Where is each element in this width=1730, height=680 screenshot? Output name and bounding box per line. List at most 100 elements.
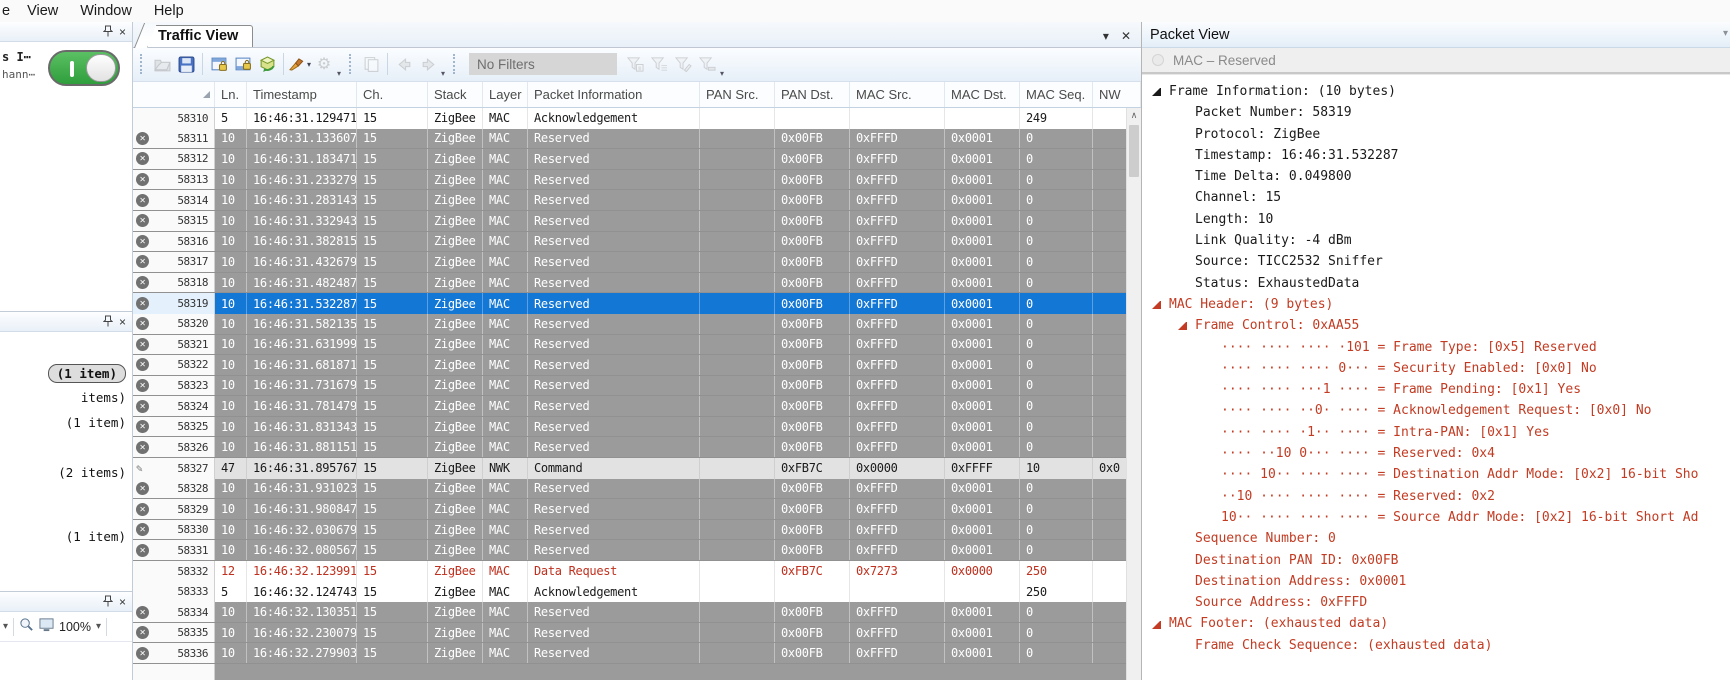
toolbar-grip[interactable]: [349, 54, 354, 74]
toolbar-overflow-icon[interactable]: ▾: [337, 69, 341, 78]
table-row[interactable]: 583321216:46:32.12399115ZigBeeMACData Re…: [133, 561, 1141, 582]
table-row[interactable]: ✕583361016:46:32.27990315ZigBeeMACReserv…: [133, 643, 1141, 664]
column-header-stack[interactable]: Stack: [428, 82, 483, 107]
toolbar-grip[interactable]: [140, 54, 145, 74]
tree-line[interactable]: ···· ··10 0··· ···· = Reserved: 0x4: [1142, 443, 1730, 464]
table-row[interactable]: ✕583191016:46:31.53228715ZigBeeMACReserv…: [133, 293, 1141, 314]
toolbar-grip[interactable]: [453, 54, 458, 74]
table-row[interactable]: ✕583351016:46:32.23007915ZigBeeMACReserv…: [133, 623, 1141, 644]
tree-line[interactable]: Length: 10: [1142, 209, 1730, 230]
panel-menu-icon[interactable]: ▾: [1723, 28, 1728, 39]
table-row[interactable]: ✕583221016:46:31.68187115ZigBeeMACReserv…: [133, 355, 1141, 376]
capture-panel-icon[interactable]: [231, 52, 255, 76]
tree-line[interactable]: Source Address: 0xFFFD: [1142, 592, 1730, 613]
tree-line[interactable]: ···· ···· ···1 ···· = Frame Pending: [0x…: [1142, 379, 1730, 400]
tree-line[interactable]: MAC Footer: (exhausted data): [1142, 613, 1730, 634]
table-row[interactable]: ✕583181016:46:31.48248715ZigBeeMACReserv…: [133, 273, 1141, 294]
menu-item-help[interactable]: Help: [143, 3, 195, 19]
table-row[interactable]: ✕583161016:46:31.38281515ZigBeeMACReserv…: [133, 232, 1141, 253]
tree-line[interactable]: Link Quality: -4 dBm: [1142, 230, 1730, 251]
close-icon[interactable]: ×: [119, 316, 126, 328]
column-header-timestamp[interactable]: Timestamp: [247, 82, 357, 107]
device-panel-icon[interactable]: [207, 52, 231, 76]
tree-item-fragment[interactable]: (1 item): [48, 364, 126, 383]
table-row[interactable]: ✕583171016:46:31.43267915ZigBeeMACReserv…: [133, 252, 1141, 273]
chevron-down-icon[interactable]: ▾: [3, 621, 8, 632]
tree-line[interactable]: MAC Header: (9 bytes): [1142, 294, 1730, 315]
tree-line[interactable]: 10·· ···· ···· ···· = Source Addr Mode: …: [1142, 507, 1730, 528]
menu-item-window[interactable]: Window: [69, 3, 143, 19]
table-row[interactable]: 58333516:46:32.12474315ZigBeeMACAcknowle…: [133, 582, 1141, 603]
column-header-mac-seq[interactable]: MAC Seq.: [1020, 82, 1093, 107]
tree-expanded-icon[interactable]: [1152, 87, 1161, 96]
table-row[interactable]: ✕583281016:46:31.93102315ZigBeeMACReserv…: [133, 479, 1141, 500]
tree-line[interactable]: Protocol: ZigBee: [1142, 124, 1730, 145]
table-row[interactable]: ✕583151016:46:31.33294315ZigBeeMACReserv…: [133, 211, 1141, 232]
table-row[interactable]: ✕583311016:46:32.08056715ZigBeeMACReserv…: [133, 540, 1141, 561]
magnifier-icon[interactable]: [19, 617, 34, 637]
tree-item-fragment[interactable]: (1 item): [66, 529, 126, 544]
scrollbar-thumb[interactable]: [1129, 125, 1139, 177]
table-row[interactable]: ✕583201016:46:31.58213515ZigBeeMACReserv…: [133, 314, 1141, 335]
column-header-layer[interactable]: Layer: [483, 82, 528, 107]
close-icon[interactable]: ×: [119, 596, 126, 608]
table-row[interactable]: 58310516:46:31.12947115ZigBeeMACAcknowle…: [133, 108, 1141, 129]
table-row[interactable]: ✕583131016:46:31.23327915ZigBeeMACReserv…: [133, 170, 1141, 191]
chevron-down-icon[interactable]: ▾: [96, 621, 101, 632]
tree-line[interactable]: ···· ···· ···· 0··· = Security Enabled: …: [1142, 358, 1730, 379]
table-row[interactable]: ✕583111016:46:31.13360715ZigBeeMACReserv…: [133, 129, 1141, 150]
pin-icon[interactable]: [103, 25, 113, 39]
column-header-pan-dst[interactable]: PAN Dst.: [775, 82, 850, 107]
filter-input[interactable]: No Filters: [469, 53, 617, 75]
column-header-mac-dst[interactable]: MAC Dst.: [945, 82, 1020, 107]
tree-line[interactable]: Channel: 15: [1142, 187, 1730, 208]
tree-line[interactable]: Frame Check Sequence: (exhausted data): [1142, 635, 1730, 656]
tree-expanded-icon[interactable]: [1152, 620, 1161, 629]
table-row[interactable]: ✕583231016:46:31.73167915ZigBeeMACReserv…: [133, 376, 1141, 397]
tree-item-fragment[interactable]: items): [81, 390, 126, 405]
column-header-packet-information[interactable]: Packet Information: [528, 82, 700, 107]
tree-expanded-icon[interactable]: [1152, 300, 1161, 309]
tree-line[interactable]: ···· ···· ··0· ···· = Acknowledgement Re…: [1142, 400, 1730, 421]
tree-item-fragment[interactable]: (1 item): [66, 415, 126, 430]
tab-list-dropdown-icon[interactable]: ▾: [1103, 29, 1109, 43]
table-row[interactable]: ✕583141016:46:31.28314315ZigBeeMACReserv…: [133, 190, 1141, 211]
toolbar-overflow-icon[interactable]: ▾: [441, 69, 445, 78]
table-header-gutter[interactable]: [133, 82, 215, 107]
tree-line[interactable]: Frame Control: 0xAA55: [1142, 315, 1730, 336]
menu-item-e[interactable]: e: [0, 3, 16, 19]
scroll-up-icon[interactable]: ∧: [1127, 108, 1141, 123]
clear-brush-icon[interactable]: ▾: [288, 52, 312, 76]
tree-line[interactable]: ···· ···· ·1·· ···· = Intra-PAN: [0x1] Y…: [1142, 422, 1730, 443]
table-row[interactable]: ✎583274716:46:31.89576715ZigBeeNWKComman…: [133, 458, 1141, 479]
table-row[interactable]: ✕583121016:46:31.18347115ZigBeeMACReserv…: [133, 149, 1141, 170]
screen-icon[interactable]: [39, 617, 54, 637]
table-row[interactable]: ✕583211016:46:31.63199915ZigBeeMACReserv…: [133, 335, 1141, 356]
zoom-level[interactable]: 100%: [59, 620, 91, 634]
tree-line[interactable]: Timestamp: 16:46:31.532287: [1142, 145, 1730, 166]
tree-line[interactable]: Destination PAN ID: 0x00FB: [1142, 550, 1730, 571]
column-header-pan-src[interactable]: PAN Src.: [700, 82, 775, 107]
pin-icon[interactable]: [103, 315, 113, 329]
tree-item-fragment[interactable]: (2 items): [58, 465, 126, 480]
tree-line[interactable]: Time Delta: 0.049800: [1142, 166, 1730, 187]
column-header-ch[interactable]: Ch.: [357, 82, 428, 107]
tree-line[interactable]: Source: TICC2532 Sniffer: [1142, 251, 1730, 272]
column-header-mac-src[interactable]: MAC Src.: [850, 82, 945, 107]
tree-line[interactable]: ···· ···· ···· ·101 = Frame Type: [0x5] …: [1142, 337, 1730, 358]
vertical-scrollbar[interactable]: ∧: [1126, 108, 1141, 680]
menu-item-view[interactable]: View: [16, 3, 69, 19]
table-row[interactable]: ✕583291016:46:31.98084715ZigBeeMACReserv…: [133, 499, 1141, 520]
table-row[interactable]: ✕583261016:46:31.88115115ZigBeeMACReserv…: [133, 437, 1141, 458]
column-header-nw[interactable]: NW: [1093, 82, 1141, 107]
close-icon[interactable]: ×: [119, 26, 126, 38]
tree-line[interactable]: ···· 10·· ···· ···· = Destination Addr M…: [1142, 464, 1730, 485]
pin-icon[interactable]: [103, 595, 113, 609]
close-icon[interactable]: ✕: [1121, 29, 1131, 43]
tree-expanded-icon[interactable]: [1178, 321, 1187, 330]
table-row[interactable]: ✕583301016:46:32.03067915ZigBeeMACReserv…: [133, 520, 1141, 541]
table-row[interactable]: ✕583241016:46:31.78147915ZigBeeMACReserv…: [133, 396, 1141, 417]
table-row[interactable]: ✕583341016:46:32.13035115ZigBeeMACReserv…: [133, 602, 1141, 623]
tree-line[interactable]: Sequence Number: 0: [1142, 528, 1730, 549]
table-row[interactable]: ✕583251016:46:31.83134315ZigBeeMACReserv…: [133, 417, 1141, 438]
